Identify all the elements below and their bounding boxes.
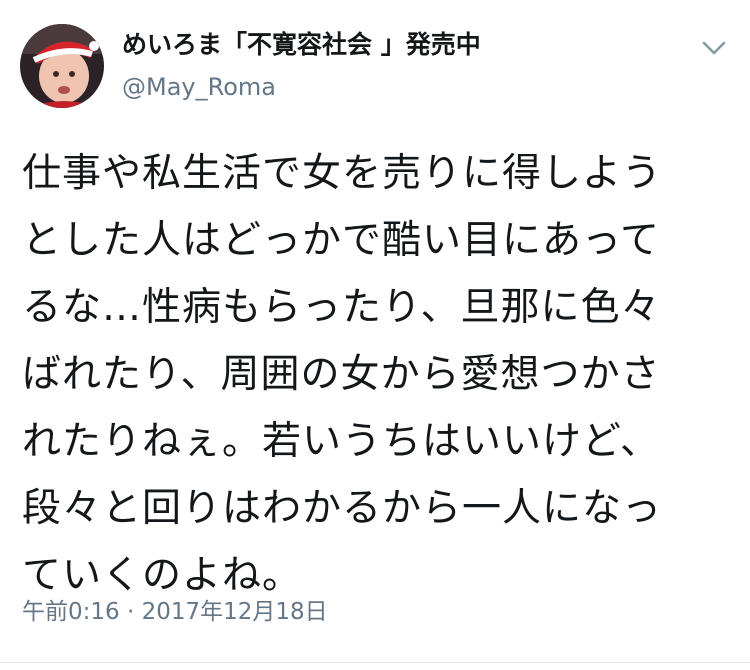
baby-in-santa-hat-avatar xyxy=(20,24,104,108)
tweet-text: 仕事や私生活で女を売りに得しよう とした人はどっかで酷い目にあって るな…性病も… xyxy=(22,140,722,609)
tweet-text-line: 仕事や私生活で女を売りに得しよう xyxy=(22,151,663,196)
chevron-down-icon[interactable] xyxy=(696,34,732,62)
avatar[interactable] xyxy=(20,24,104,108)
author-block: めいろま「不寛容社会 」発売中 @May_Roma xyxy=(122,28,682,104)
divider xyxy=(0,662,750,663)
tweet-text-line: 段々と回りはわかるから一人になっ xyxy=(22,486,663,531)
timestamp[interactable]: 午前0:16 · 2017年12月18日 xyxy=(22,596,328,628)
tweet-text-line: ばれたり、周囲の女から愛想つかさ xyxy=(22,352,661,397)
tweet-text-line: とした人はどっかで酷い目にあって xyxy=(22,218,661,263)
tweet-text-line: れたりねぇ。若いうちはいいけど、 xyxy=(22,419,661,464)
tweet-card: めいろま「不寛容社会 」発売中 @May_Roma 仕事や私生活で女を売りに得し… xyxy=(0,0,750,670)
display-name[interactable]: めいろま「不寛容社会 」発売中 xyxy=(122,28,682,62)
tweet-text-line: るな…性病もらったり、旦那に色々 xyxy=(22,285,661,330)
handle[interactable]: @May_Roma xyxy=(122,70,682,104)
